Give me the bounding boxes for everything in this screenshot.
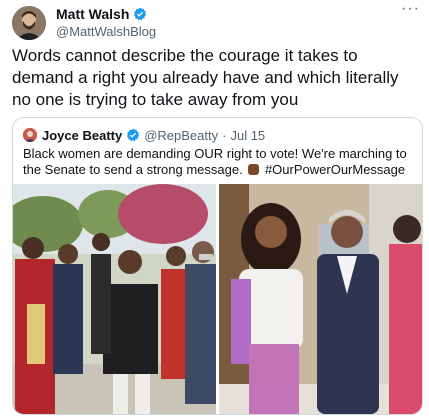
- quoted-author-handle[interactable]: @RepBeatty: [144, 128, 218, 143]
- author-name[interactable]: Matt Walsh: [56, 6, 129, 22]
- tweet-text: Words cannot describe the courage it tak…: [12, 46, 399, 109]
- verified-badge-icon: [133, 7, 147, 21]
- author-block: Matt Walsh @MattWalshBlog: [56, 6, 156, 40]
- quoted-tweet[interactable]: Joyce Beatty @RepBeatty · Jul 15 Black w…: [12, 117, 423, 415]
- separator-dot: ·: [222, 127, 227, 143]
- photo-grid: [13, 184, 422, 414]
- quoted-date[interactable]: Jul 15: [230, 128, 265, 143]
- march-photo[interactable]: [13, 184, 216, 414]
- verified-badge-icon: [126, 128, 140, 142]
- author-handle[interactable]: @MattWalshBlog: [56, 24, 156, 40]
- quoted-author-avatar: [23, 128, 37, 142]
- portrait-photo[interactable]: [219, 184, 422, 414]
- quoted-tweet-text: Black women are demanding OUR right to v…: [23, 146, 415, 178]
- hashtag-link[interactable]: #OurPowerOurMessage: [265, 162, 405, 177]
- raised-fist-emoji: [248, 164, 260, 175]
- tweet-card: Matt Walsh @MattWalshBlog ··· Words cann…: [0, 0, 429, 418]
- author-avatar[interactable]: [12, 6, 46, 40]
- quoted-tweet-header: Joyce Beatty @RepBeatty · Jul 15: [23, 127, 265, 143]
- quoted-author-name[interactable]: Joyce Beatty: [42, 128, 122, 143]
- more-options-icon[interactable]: ···: [401, 1, 420, 17]
